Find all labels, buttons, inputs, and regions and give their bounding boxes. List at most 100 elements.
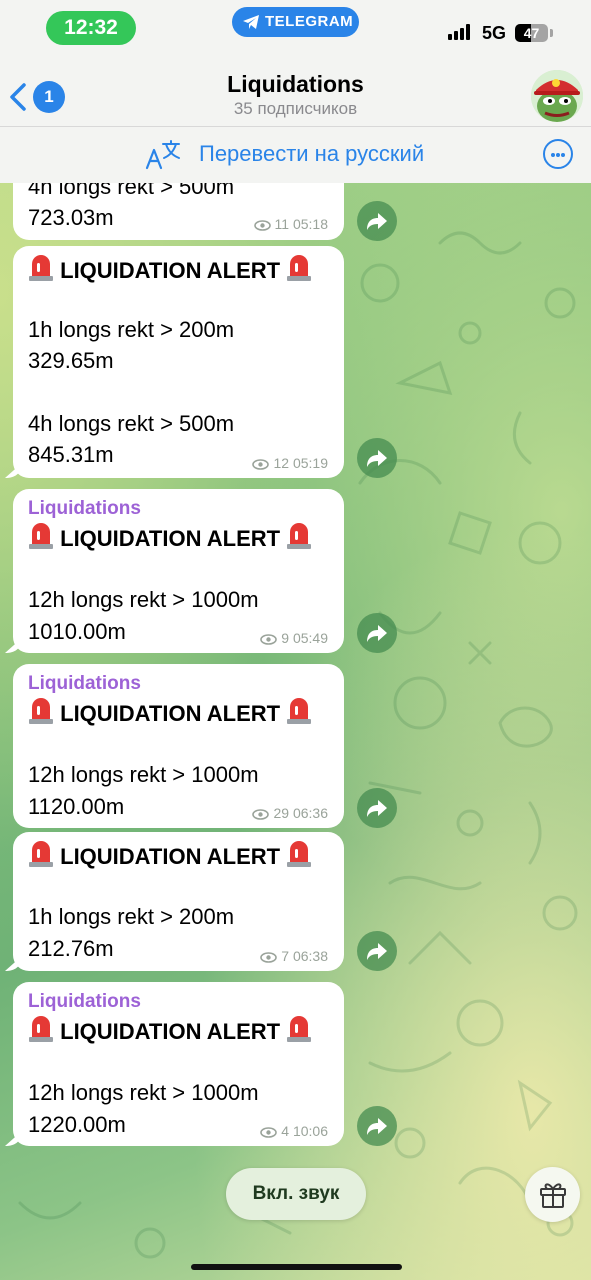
translate-button[interactable]: Перевести на русский xyxy=(145,138,455,172)
unmute-button[interactable]: Вкл. звук xyxy=(226,1168,366,1220)
message-meta: 29 06:36 xyxy=(252,805,328,821)
battery-icon: 47 xyxy=(515,24,548,42)
status-time: 12:32 xyxy=(46,11,136,45)
siren-icon xyxy=(287,698,312,724)
message-value: 1010.00m xyxy=(28,619,126,644)
forward-icon xyxy=(367,800,387,817)
message-time: 10:06 xyxy=(292,1123,328,1139)
telegram-plane-icon xyxy=(243,15,259,29)
message-bubble[interactable]: LIQUIDATION ALERT 1h longs rekt > 200m 3… xyxy=(13,246,344,478)
more-dot xyxy=(556,153,560,157)
more-dot xyxy=(561,153,565,157)
message-text-line: 12h longs rekt > 1000m xyxy=(28,587,259,612)
views-icon xyxy=(252,809,270,820)
alert-heading: LIQUIDATION ALERT xyxy=(28,522,312,552)
alert-heading: LIQUIDATION ALERT xyxy=(28,697,312,727)
siren-icon xyxy=(29,841,53,867)
gift-button[interactable] xyxy=(525,1167,580,1222)
subscriber-count: 35 подписчиков xyxy=(233,99,358,118)
alert-heading: LIQUIDATION ALERT xyxy=(28,254,312,284)
message-text-line: 1h longs rekt > 200m xyxy=(28,317,235,342)
channel-title[interactable]: Liquidations xyxy=(150,71,441,98)
translate-label: Перевести на русский xyxy=(199,141,425,166)
message-value: 329.65m xyxy=(28,348,114,373)
gift-icon xyxy=(540,1183,566,1208)
message-meta: 4 10:06 xyxy=(260,1123,328,1139)
siren-icon xyxy=(287,523,312,549)
siren-icon xyxy=(29,255,53,281)
battery-tip xyxy=(550,29,553,37)
message-value: 845.31m xyxy=(28,442,114,467)
view-count: 12 xyxy=(273,455,290,471)
view-count: 29 xyxy=(273,805,290,821)
translate-icon xyxy=(145,140,180,170)
message-time: 06:38 xyxy=(292,948,328,964)
alert-text: LIQUIDATION ALERT xyxy=(60,526,281,551)
telegram-pill[interactable]: TELEGRAM xyxy=(232,7,359,37)
forward-icon xyxy=(367,213,387,230)
siren-icon xyxy=(287,1016,312,1042)
forward-icon xyxy=(367,943,387,960)
alert-heading: LIQUIDATION ALERT xyxy=(28,1015,312,1045)
message-meta: 11 05:18 xyxy=(253,216,328,232)
sender-name[interactable]: Liquidations xyxy=(28,498,141,520)
message-bubble[interactable]: Liquidations LIQUIDATION ALERT 12h longs… xyxy=(13,982,344,1146)
alert-text: LIQUIDATION ALERT xyxy=(60,1019,281,1044)
siren-icon xyxy=(287,841,312,867)
message-bubble[interactable]: LIQUIDATION ALERT 1h longs rekt > 200m 2… xyxy=(13,832,344,971)
view-count: 4 xyxy=(281,1123,290,1139)
view-count: 11 xyxy=(274,216,290,232)
forward-icon xyxy=(367,450,387,467)
message-bubble[interactable]: Liquidations LIQUIDATION ALERT 12h longs… xyxy=(13,664,344,828)
views-icon xyxy=(253,220,271,231)
message-value: 212.76m xyxy=(28,936,114,961)
back-button[interactable]: 1 xyxy=(8,80,65,114)
alert-text: LIQUIDATION ALERT xyxy=(60,844,281,869)
chevron-left-icon xyxy=(10,83,26,111)
pepe-avatar-icon xyxy=(531,70,583,122)
siren-icon xyxy=(287,255,312,281)
message-bubble[interactable]: Liquidations LIQUIDATION ALERT 12h longs… xyxy=(13,489,344,653)
message-time: 05:19 xyxy=(292,455,328,471)
alert-text: LIQUIDATION ALERT xyxy=(60,258,281,283)
message-value: 723.03m xyxy=(28,205,114,230)
message-meta: 12 05:19 xyxy=(252,455,328,471)
home-indicator[interactable] xyxy=(191,1264,402,1270)
message-time: 05:49 xyxy=(292,630,328,646)
views-icon xyxy=(260,634,278,645)
sender-name[interactable]: Liquidations xyxy=(28,991,141,1013)
siren-icon xyxy=(29,698,53,724)
share-button[interactable] xyxy=(357,201,397,241)
message-value: 1220.00m xyxy=(28,1112,126,1137)
message-text-line: 12h longs rekt > 1000m xyxy=(28,1080,259,1105)
message-time: 06:36 xyxy=(292,805,328,821)
share-button[interactable] xyxy=(357,788,397,828)
unread-badge: 1 xyxy=(33,81,65,113)
more-dot xyxy=(551,153,555,157)
message-time: 05:18 xyxy=(292,216,328,232)
message-meta: 9 05:49 xyxy=(260,630,328,646)
forward-icon xyxy=(367,1118,387,1135)
siren-icon xyxy=(29,523,53,549)
header-divider xyxy=(0,126,591,127)
views-icon xyxy=(260,952,278,963)
share-button[interactable] xyxy=(357,931,397,971)
top-bar: 12:32 TELEGRAM 5G 47 1 Liquidations 35 п… xyxy=(0,0,591,183)
network-type: 5G xyxy=(482,23,507,43)
alert-text: LIQUIDATION ALERT xyxy=(60,701,281,726)
view-count: 7 xyxy=(281,948,290,964)
message-value: 1120.00m xyxy=(28,794,125,819)
share-button[interactable] xyxy=(357,438,397,478)
share-button[interactable] xyxy=(357,1106,397,1146)
more-options-button[interactable] xyxy=(543,139,573,169)
message-text-line: 1h longs rekt > 200m xyxy=(28,904,235,929)
battery-level: 47 xyxy=(523,25,540,41)
channel-avatar[interactable] xyxy=(531,70,583,122)
forward-icon xyxy=(367,625,387,642)
message-text-line: 12h longs rekt > 1000m xyxy=(28,762,259,787)
sender-name[interactable]: Liquidations xyxy=(28,673,141,695)
view-count: 9 xyxy=(281,630,290,646)
share-button[interactable] xyxy=(357,613,397,653)
alert-heading: LIQUIDATION ALERT xyxy=(28,840,312,870)
cellular-signal-icon xyxy=(448,24,470,40)
